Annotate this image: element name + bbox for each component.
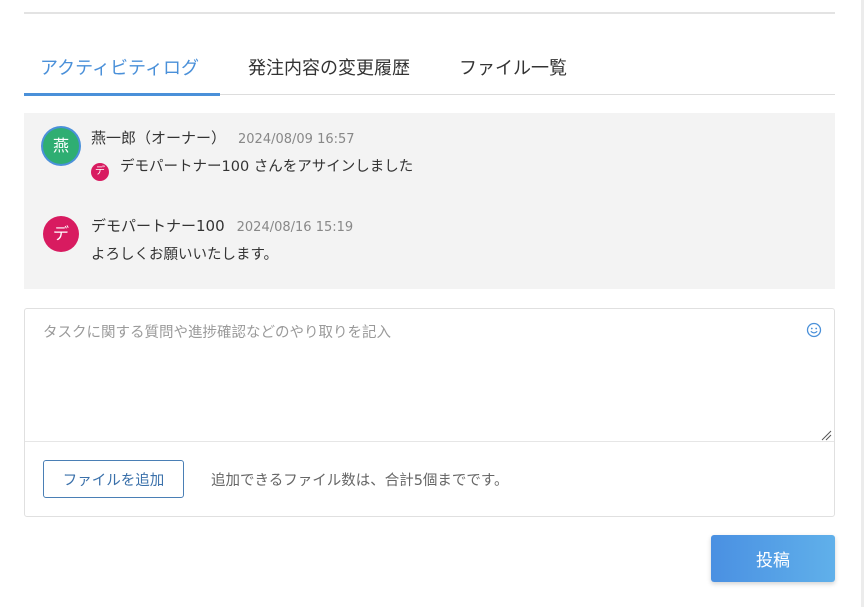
- author-name: デモパートナー100: [91, 217, 225, 235]
- activity-log: 燕 燕一郎（オーナー） 2024/08/09 16:57 デデモパートナー100 …: [24, 113, 835, 289]
- activity-message: デデモパートナー100 さんをアサインしました: [91, 155, 413, 181]
- file-limit-note: 追加できるファイル数は、合計5個までです。: [211, 473, 509, 489]
- comment-input[interactable]: [25, 309, 834, 442]
- post-button[interactable]: 投稿: [711, 535, 835, 582]
- timestamp: 2024/08/09 16:57: [238, 132, 355, 147]
- activity-entry-header: デモパートナー100 2024/08/16 15:19: [91, 215, 353, 236]
- comment-composer: ファイルを追加 追加できるファイル数は、合計5個までです。: [24, 308, 835, 517]
- avatar: デ: [43, 216, 79, 252]
- activity-entry-header: 燕一郎（オーナー） 2024/08/09 16:57: [91, 127, 355, 148]
- add-file-button[interactable]: ファイルを追加: [43, 460, 184, 498]
- resize-handle-icon[interactable]: [820, 429, 832, 441]
- message-text: デモパートナー100 さんをアサインしました: [120, 159, 414, 175]
- avatar: 燕: [43, 128, 79, 164]
- timestamp: 2024/08/16 15:19: [236, 220, 354, 235]
- top-divider: [24, 12, 835, 14]
- tab-bar: アクティビティログ 発注内容の変更履歴 ファイル一覧: [24, 50, 835, 96]
- tab-order-change-history[interactable]: 発注内容の変更履歴: [220, 50, 427, 95]
- message-text: よろしくお願いいたします。: [91, 247, 279, 263]
- tab-file-list[interactable]: ファイル一覧: [427, 50, 583, 95]
- tab-activity-log[interactable]: アクティビティログ: [24, 50, 220, 96]
- smiley-icon[interactable]: [806, 322, 822, 338]
- author-name: 燕一郎（オーナー）: [91, 129, 227, 147]
- mini-avatar: デ: [91, 163, 109, 181]
- activity-message: よろしくお願いいたします。: [91, 243, 278, 264]
